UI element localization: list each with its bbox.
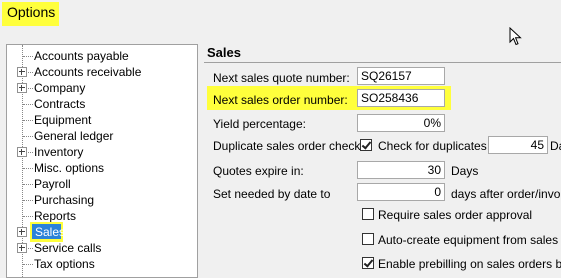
tree-item-label: Service calls xyxy=(34,241,102,255)
expand-icon[interactable] xyxy=(17,147,27,157)
mouse-cursor-icon xyxy=(509,27,522,46)
tree-item-label: Tax options xyxy=(34,257,95,271)
tree-item-payroll[interactable]: Payroll xyxy=(7,176,195,192)
tree-item-label: Accounts receivable xyxy=(34,65,142,79)
quote-number-label: Next sales quote number: xyxy=(213,71,350,85)
duplicate-days-field[interactable]: 45 xyxy=(488,136,548,154)
expand-icon[interactable] xyxy=(17,83,27,93)
tree-item-label: Reports xyxy=(34,209,77,223)
expand-icon[interactable] xyxy=(17,67,27,77)
quotes-expire-label: Quotes expire in: xyxy=(213,164,304,178)
enable-prebilling-label: Enable prebilling on sales orders by c xyxy=(378,257,561,271)
tree-item-accounts-payable[interactable]: Accounts payable xyxy=(7,48,195,64)
tree-item-sales[interactable]: Sales xyxy=(7,222,195,242)
quotes-expire-suffix: Days xyxy=(451,164,479,178)
tree-item-equipment[interactable]: Equipment xyxy=(7,112,195,128)
section-title: Sales xyxy=(207,45,241,60)
tree-item-accounts-receivable[interactable]: Accounts receivable xyxy=(7,64,195,80)
tree-item-company[interactable]: Company xyxy=(7,80,195,96)
tree-item-label: Contracts xyxy=(34,97,86,111)
title-bar: Options xyxy=(0,0,561,34)
require-approval-label: Require sales order approval xyxy=(378,208,533,222)
options-tree[interactable]: Accounts payable Accounts receivable Com… xyxy=(6,44,198,278)
tree-item-label: Payroll xyxy=(34,177,71,191)
expand-icon[interactable] xyxy=(17,243,27,253)
tree-item-label: Misc. options xyxy=(34,161,105,175)
tree-item-purchasing[interactable]: Purchasing xyxy=(7,192,195,208)
tree-item-label: Purchasing xyxy=(34,193,95,207)
duplicate-check-label: Duplicate sales order check: xyxy=(213,139,364,153)
require-approval-checkbox[interactable] xyxy=(362,208,374,220)
tree-item-label: Company xyxy=(34,81,86,95)
yield-percentage-label: Yield percentage: xyxy=(213,117,306,131)
tree-item-label: Sales xyxy=(35,225,66,239)
tree-item-label: Equipment xyxy=(34,113,92,127)
check-duplicates-label: Check for duplicates xyxy=(378,139,487,153)
tree-item-general-ledger[interactable]: General ledger xyxy=(7,128,195,144)
quote-number-field[interactable]: SQ26157 xyxy=(357,67,445,85)
tree-item-tax-options[interactable]: Tax options xyxy=(7,256,195,272)
tree-item-misc-options[interactable]: Misc. options xyxy=(7,160,195,176)
order-number-field[interactable]: SO258436 xyxy=(357,89,445,107)
duplicate-days-suffix: Da xyxy=(550,139,561,153)
needed-by-label: Set needed by date to xyxy=(213,187,331,201)
tree-item-label: General ledger xyxy=(34,129,114,143)
yield-percentage-field[interactable]: 0% xyxy=(357,114,445,132)
needed-by-field[interactable]: 0 xyxy=(357,183,445,201)
needed-by-suffix: days after order/invoic xyxy=(451,187,561,201)
section-divider xyxy=(204,62,561,63)
tree-item-inventory[interactable]: Inventory xyxy=(7,144,195,160)
check-duplicates-checkbox[interactable] xyxy=(360,139,372,151)
tree-item-label: Inventory xyxy=(34,145,84,159)
tree-item-contracts[interactable]: Contracts xyxy=(7,96,195,112)
order-number-label: Next sales order number: xyxy=(213,93,348,107)
tree-item-service-calls[interactable]: Service calls xyxy=(7,240,195,256)
quotes-expire-field[interactable]: 30 xyxy=(357,161,445,179)
window-title: Options xyxy=(7,4,56,20)
auto-create-equipment-checkbox[interactable] xyxy=(362,233,374,245)
auto-create-equipment-label: Auto-create equipment from sales in xyxy=(378,233,561,247)
enable-prebilling-checkbox[interactable] xyxy=(362,257,374,269)
expand-icon[interactable] xyxy=(17,227,27,237)
tree-item-label: Accounts payable xyxy=(34,49,129,63)
